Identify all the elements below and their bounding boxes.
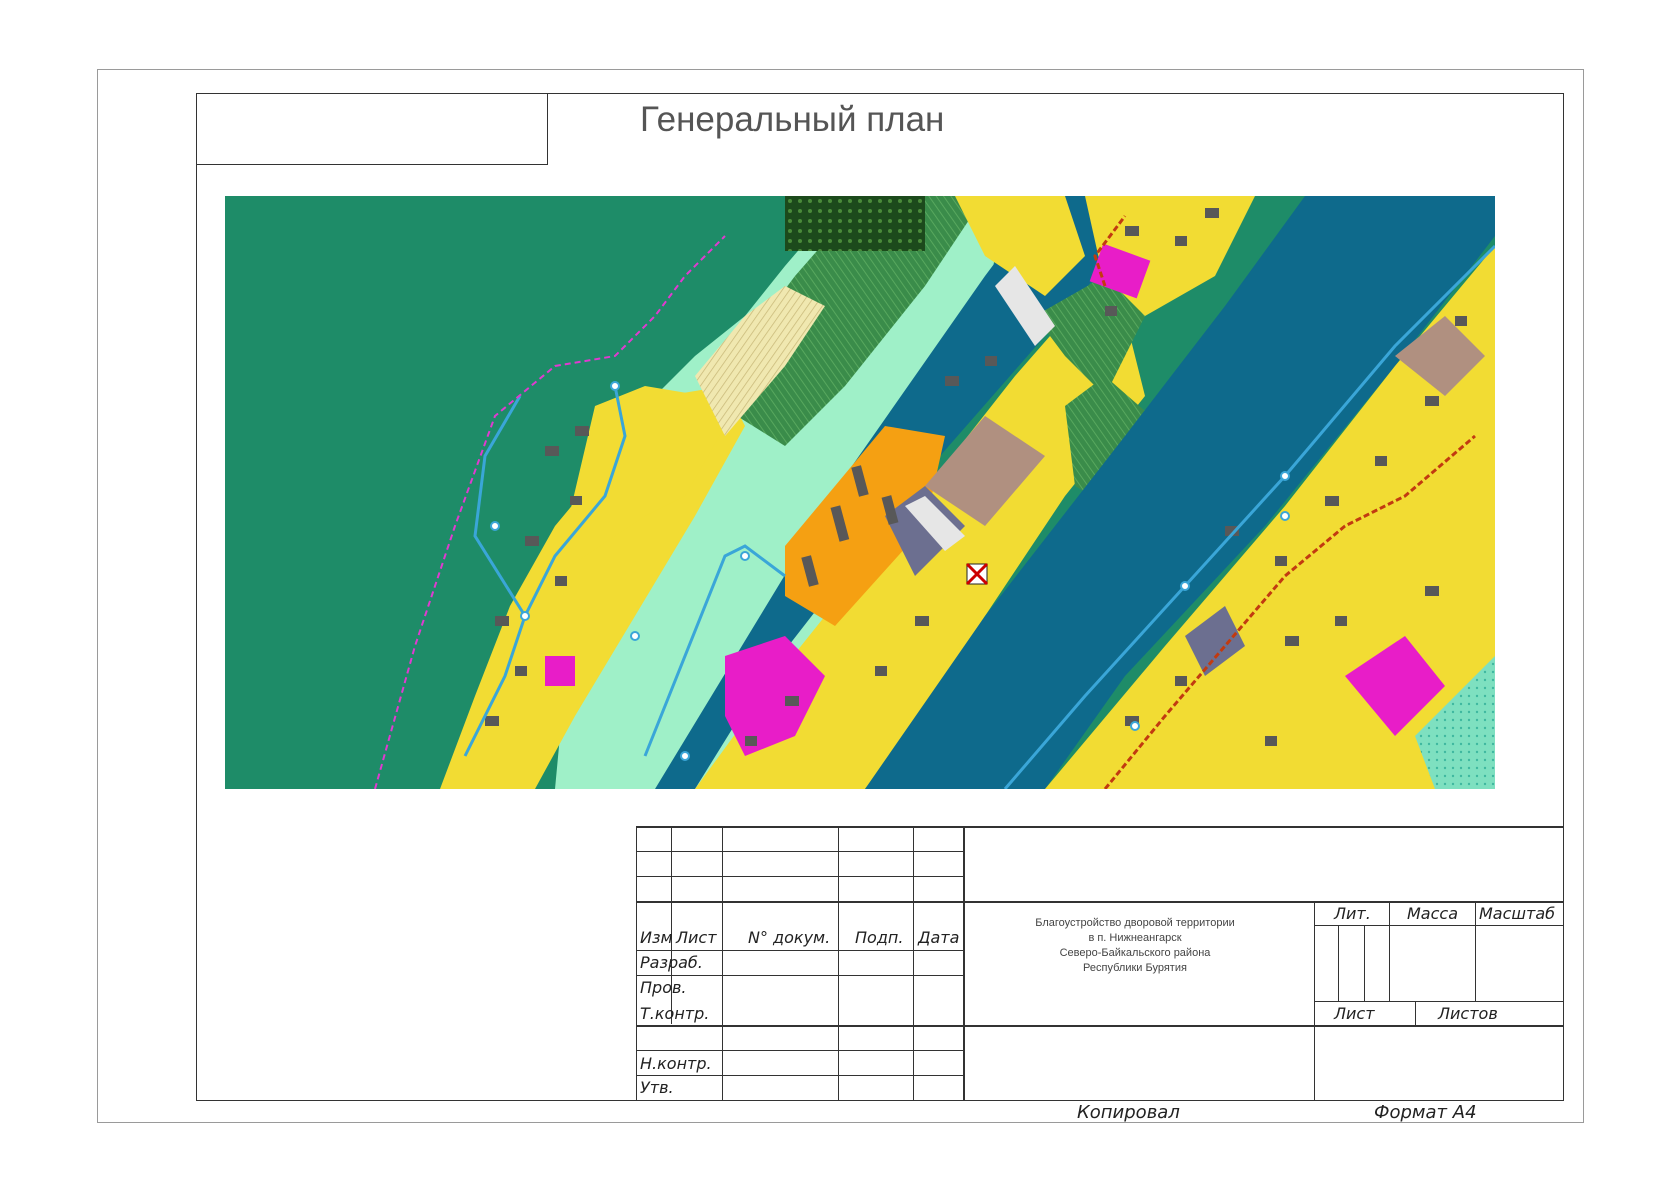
role-nkontr: Н.контр. xyxy=(640,1054,712,1073)
tb-grid-line xyxy=(636,975,963,976)
public-zone-3 xyxy=(545,656,575,686)
tb-grid-line xyxy=(1314,1001,1564,1002)
role-tkontr: Т.контр. xyxy=(640,1004,710,1023)
tb-grid-line xyxy=(1364,925,1365,1001)
tb-grid-line xyxy=(1389,901,1390,1001)
top-stamp-box xyxy=(196,93,548,165)
role-utv: Утв. xyxy=(640,1078,674,1097)
header-izm: Изм xyxy=(640,928,673,947)
header-list: Лист xyxy=(676,928,717,947)
tb-grid-line xyxy=(722,826,723,1101)
tb-grid-line xyxy=(636,901,1564,903)
tb-grid-line xyxy=(636,826,1564,828)
tb-grid-line xyxy=(636,876,963,877)
tb-grid-line xyxy=(838,826,839,1101)
project-line-2: в п. Нижнеангарск xyxy=(1088,932,1182,944)
label-massa: Масса xyxy=(1407,904,1459,923)
label-copied: Копировал xyxy=(1077,1102,1180,1123)
tb-grid-line xyxy=(1415,1001,1416,1025)
label-sheets: Листов xyxy=(1438,1004,1498,1023)
label-sheet: Лист xyxy=(1334,1004,1375,1023)
header-date: Дата xyxy=(918,928,960,947)
label-lit: Лит. xyxy=(1334,904,1371,923)
project-line-3: Северо-Байкальского района xyxy=(1059,947,1211,959)
tb-grid-line xyxy=(636,950,963,951)
tb-grid-line xyxy=(636,851,963,852)
header-sign: Подп. xyxy=(855,928,904,947)
tb-grid-line xyxy=(1314,925,1564,926)
general-plan-map[interactable] xyxy=(225,196,1495,789)
project-site-marker xyxy=(965,562,989,586)
tb-grid-line xyxy=(1338,925,1339,1001)
label-format: Формат А4 xyxy=(1374,1102,1477,1123)
project-line-1: Благоустройство дворовой территории xyxy=(1035,917,1235,929)
forest-patch xyxy=(785,196,925,251)
tb-grid-line xyxy=(636,1050,963,1051)
tb-grid-line xyxy=(913,826,914,1101)
header-doc-no: N° докум. xyxy=(748,928,831,947)
project-line-4: Республики Бурятия xyxy=(1083,962,1187,974)
tb-grid-line xyxy=(636,826,637,1101)
tb-grid-line xyxy=(636,1075,963,1076)
role-razrab: Разраб. xyxy=(640,953,703,972)
tb-grid-line xyxy=(1475,901,1476,1001)
sheet-title: Генеральный план xyxy=(640,100,945,139)
role-prov: Пров. xyxy=(640,978,687,997)
label-masshtab: Масштаб xyxy=(1479,904,1556,923)
tb-grid-line xyxy=(636,1025,1564,1027)
project-description: Благоустройство дворовой территории в п.… xyxy=(960,916,1310,976)
